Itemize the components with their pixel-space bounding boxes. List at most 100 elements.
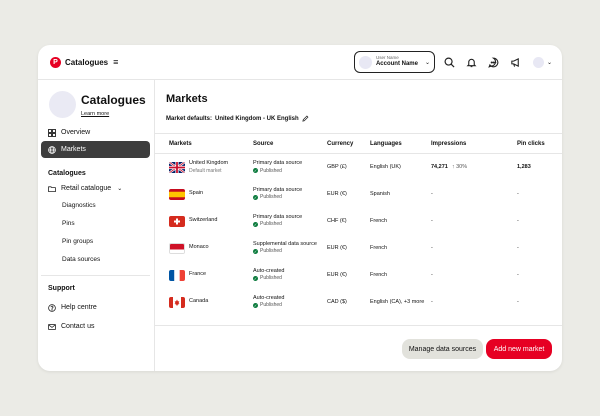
status-text: Published <box>260 275 282 282</box>
check-icon: ✓ <box>253 303 258 309</box>
status-text: Published <box>260 248 282 255</box>
table-row[interactable]: United Kingdom Default market Primary da… <box>155 154 562 181</box>
megaphone-icon[interactable] <box>509 55 523 69</box>
main-content: Markets Market defaults: United Kingdom … <box>155 80 562 371</box>
add-new-market-button[interactable]: Add new market <box>486 339 552 359</box>
chat-icon[interactable] <box>487 55 501 69</box>
market-name: France <box>189 271 207 278</box>
currency-cell: CAD ($) <box>327 299 347 305</box>
grid-icon <box>48 128 56 137</box>
account-avatar <box>358 55 372 69</box>
folder-icon <box>48 185 56 192</box>
page-title: Markets <box>166 93 208 105</box>
search-icon[interactable] <box>443 55 457 69</box>
mail-icon <box>48 323 56 330</box>
sidebar-item-markets[interactable]: Markets <box>41 141 150 158</box>
status-text: Published <box>260 167 282 174</box>
sidebar: Catalogues Learn more Overview Markets C… <box>38 80 155 371</box>
impressions-value: - <box>431 191 433 197</box>
sidebar-item-data-sources[interactable]: Data sources <box>41 251 150 269</box>
account-switcher[interactable]: User Name Account Name ⌄ <box>353 51 435 73</box>
pinterest-logo-icon: P <box>50 56 61 68</box>
chevron-down-icon[interactable]: ⌄ <box>547 59 552 66</box>
menu-icon[interactable]: ≡ <box>113 57 118 67</box>
chevron-down-icon: ⌄ <box>117 186 123 192</box>
language-cell: English (UK) <box>370 164 401 171</box>
table-row[interactable]: Canada Auto-created ✓ Published CAD ($) E… <box>155 289 562 316</box>
market-name: Switzerland <box>189 217 218 224</box>
france-flag-icon <box>169 269 185 281</box>
brand[interactable]: P Catalogues ≡ <box>50 56 118 68</box>
currency-cell: EUR (€) <box>327 245 347 251</box>
source-name: Primary data source <box>253 213 303 220</box>
table-row[interactable]: Switzerland Primary data source ✓ Publish… <box>155 208 562 235</box>
catalogues-section-title: Catalogues <box>48 170 86 177</box>
check-icon: ✓ <box>253 168 258 174</box>
bell-icon[interactable] <box>465 55 479 69</box>
market-defaults-label: Market defaults: <box>166 115 213 122</box>
currency-cell: GBP (£) <box>327 164 347 171</box>
status-text: Published <box>260 302 282 309</box>
sidebar-item-label: Help centre <box>61 304 97 311</box>
impressions-value: 74,271 <box>431 164 448 171</box>
status-text: Published <box>260 194 282 201</box>
sidebar-item-diagnostics[interactable]: Diagnostics <box>41 197 150 215</box>
column-header-pin-clicks: Pin clicks <box>517 133 562 154</box>
arrow-up-icon: ↑ <box>451 164 455 171</box>
top-bar: P Catalogues ≡ User Name Account Name ⌄ … <box>38 45 562 80</box>
impressions-value: - <box>431 245 433 251</box>
sidebar-item-contact-us[interactable]: Contact us <box>41 318 150 335</box>
sidebar-item-label: Contact us <box>61 323 95 330</box>
market-name: Monaco <box>189 244 209 251</box>
sidebar-divider <box>41 275 150 276</box>
source-name: Primary data source <box>253 186 303 193</box>
sidebar-item-label: Markets <box>61 146 86 153</box>
pin-clicks-cell: - <box>517 191 519 197</box>
app-window: P Catalogues ≡ User Name Account Name ⌄ … <box>38 45 562 371</box>
currency-cell: EUR (€) <box>327 191 347 197</box>
pencil-icon[interactable] <box>302 115 309 122</box>
market-name: Canada <box>189 298 209 305</box>
market-subtitle: Default market <box>189 167 222 174</box>
market-name: United Kingdom <box>189 160 229 167</box>
pin-clicks-cell: - <box>517 272 519 278</box>
impressions-change: 30% <box>456 164 468 171</box>
source-name: Supplemental data source <box>253 240 317 247</box>
spain-flag-icon <box>169 188 185 200</box>
check-icon: ✓ <box>253 195 258 201</box>
learn-more-link[interactable]: Learn more <box>81 111 146 117</box>
sidebar-item-label: Overview <box>61 129 91 136</box>
switzerland-flag-icon <box>169 215 185 227</box>
markets-table: Markets Source Currency Languages Impres… <box>155 133 562 316</box>
source-name: Primary data source <box>253 160 303 167</box>
language-cell: French <box>370 272 388 278</box>
table-row[interactable]: Spain Primary data source ✓ Published EUR… <box>155 181 562 208</box>
sidebar-item-help-centre[interactable]: Help centre <box>41 299 150 316</box>
uk-flag-icon <box>169 161 185 173</box>
sidebar-item-pins[interactable]: Pins <box>41 215 150 233</box>
sidebar-item-retail-catalogue[interactable]: Retail catalogue ⌄ <box>41 180 150 197</box>
user-avatar[interactable] <box>532 56 544 68</box>
pin-clicks-cell: - <box>517 299 519 305</box>
currency-cell: EUR (€) <box>327 272 347 278</box>
column-header-currency: Currency <box>327 133 370 154</box>
table-row[interactable]: Monaco Supplemental data source ✓ Publish… <box>155 235 562 262</box>
manage-data-sources-button[interactable]: Manage data sources <box>402 339 483 359</box>
pin-clicks-cell: 1,283 <box>517 164 531 171</box>
market-defaults-value: United Kingdom - UK English <box>215 115 299 122</box>
check-icon: ✓ <box>253 249 258 255</box>
sidebar-item-label: Retail catalogue <box>61 185 112 192</box>
sidebar-item-pin-groups[interactable]: Pin groups <box>41 233 150 251</box>
footer-bar: Manage data sources Add new market <box>155 325 562 371</box>
language-cell: French <box>370 218 388 224</box>
pin-clicks-cell: - <box>517 218 519 224</box>
support-section-title: Support <box>48 285 75 292</box>
impressions-value: - <box>431 218 433 224</box>
table-header-row: Markets Source Currency Languages Impres… <box>155 133 562 154</box>
column-header-languages: Languages <box>370 133 431 154</box>
table-row[interactable]: France Auto-created ✓ Published EUR (€) F… <box>155 262 562 289</box>
chevron-down-icon: ⌄ <box>424 59 430 66</box>
sidebar-item-overview[interactable]: Overview <box>41 124 150 141</box>
impressions-value: - <box>431 299 433 305</box>
status-text: Published <box>260 221 282 228</box>
